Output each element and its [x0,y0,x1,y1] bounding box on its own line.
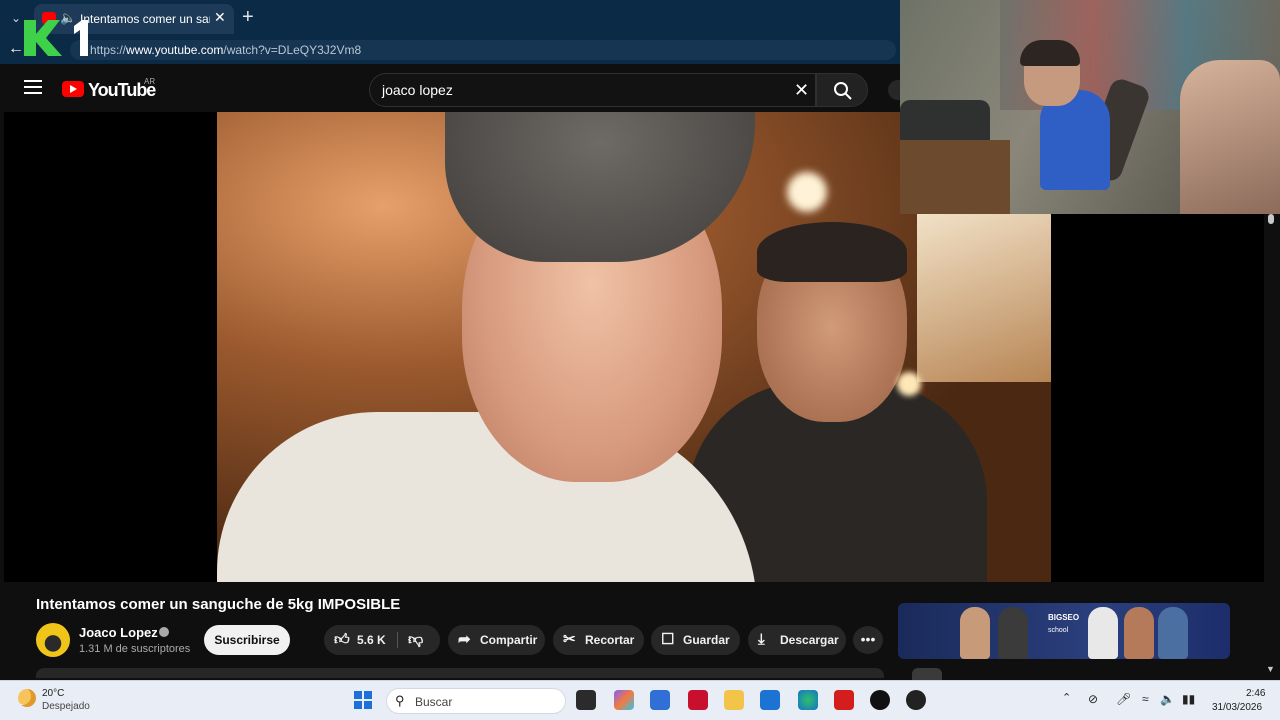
bookmark-icon: ☐ [661,631,675,648]
task-view-icon[interactable] [576,690,596,710]
video-ceiling-light [917,212,1051,382]
clip-label: Recortar [585,633,635,647]
outlook-icon[interactable] [760,690,780,710]
youtube-logo-icon[interactable] [62,81,84,97]
ad-person [998,607,1028,659]
weather-description[interactable]: Despejado [42,701,90,712]
copilot-icon[interactable] [614,690,634,710]
download-label: Descargar [780,633,839,647]
windows-start-icon[interactable] [354,691,372,709]
webcam-furniture [900,140,1010,214]
temperature[interactable]: 20°C [42,688,64,699]
webcam-plush-figure [1180,60,1280,214]
scissors-icon: ✂ [563,631,576,648]
subscriber-count: 1.31 M de suscriptores [79,643,191,655]
more-actions-button[interactable]: ••• [853,626,883,654]
country-code: AR [144,77,156,86]
clock-date[interactable]: 31/03/2026 [1212,702,1262,713]
save-button[interactable]: ☐ Guardar [651,625,740,655]
clip-button[interactable]: ✂ Recortar [553,625,644,655]
scroll-down-arrow-icon[interactable]: ▼ [1266,664,1275,674]
search-query-text[interactable]: joaco lopez [382,82,453,98]
download-button[interactable]: ⤓ Descargar [748,625,846,655]
share-icon: ➦ [458,631,471,648]
channel-name[interactable]: Joaco Lopez [79,625,158,640]
store-icon[interactable] [650,690,670,710]
new-tab-button[interactable]: + [242,6,254,29]
video-lamp [787,172,827,212]
streamer-webcam [900,0,1280,214]
dislike-icon[interactable]: 👎︎ [408,625,423,655]
app-l-icon[interactable] [834,690,854,710]
like-dislike-group: 👍︎ 5.6 K 👎︎ [324,625,440,655]
download-icon: ⤓ [758,631,765,648]
mcafee-icon[interactable] [688,690,708,710]
video-second-person-hair [757,222,907,282]
file-explorer-icon[interactable] [724,690,744,710]
media-player-icon[interactable] [870,690,890,710]
clear-search-icon[interactable]: ✕ [794,80,809,101]
clock-time[interactable]: 2:46 [1246,688,1265,699]
video-lamp [897,372,921,396]
search-button[interactable] [816,73,868,107]
k1-watermark-logo [24,20,88,56]
ad-person [960,607,990,659]
weather-moon-icon[interactable] [18,689,36,707]
share-button[interactable]: ➦ Compartir [448,625,545,655]
app-icon[interactable] [906,690,926,710]
tray-overflow-icon[interactable]: ⌃ [1062,691,1071,704]
share-label: Compartir [480,633,538,647]
channel-avatar[interactable] [36,623,70,657]
page-scrollbar[interactable] [1264,214,1280,680]
like-count[interactable]: 5.6 K [357,625,386,655]
sidebar-ad-banner[interactable]: BIGSEO school [898,603,1230,659]
save-label: Guardar [683,633,730,647]
scrollbar-thumb[interactable] [1268,214,1274,224]
taskbar-search[interactable]: ⚲ Buscar [386,688,566,714]
wifi-icon[interactable]: ≈ [1142,692,1149,706]
close-tab-icon[interactable]: ✕ [214,9,226,26]
ad-person [1124,607,1154,659]
tab-title: Intentamos comer un sanguc [80,12,210,26]
like-divider [397,632,398,648]
subscribe-button[interactable]: Suscribirse [204,625,290,655]
like-icon[interactable]: 👍︎ [334,625,350,655]
ad-person [1088,607,1118,659]
search-icon: ⚲ [395,693,405,708]
no-camera-icon[interactable]: ⊘ [1088,692,1098,706]
verified-icon [159,627,169,637]
ad-channel-avatar[interactable] [912,668,942,680]
microphone-icon[interactable]: 🎤︎ [1116,692,1131,706]
hamburger-menu-icon[interactable] [24,80,42,94]
search-icon [834,82,852,100]
ad-sub-text: school [1048,627,1069,634]
edge-icon[interactable] [798,690,818,710]
webcam-person-hair [1020,40,1080,66]
ad-brand-text: BIGSEO [1048,613,1080,622]
url-text[interactable]: https://www.youtube.com/watch?v=DLeQY3J2… [90,43,361,57]
video-title: Intentamos comer un sanguche de 5kg IMPO… [36,596,401,613]
volume-icon[interactable]: 🔈 [1160,692,1175,706]
ad-person [1158,607,1188,659]
battery-icon[interactable]: ▮▮ [1182,692,1195,706]
taskbar-search-label: Buscar [415,695,453,709]
description-box[interactable] [36,668,884,678]
